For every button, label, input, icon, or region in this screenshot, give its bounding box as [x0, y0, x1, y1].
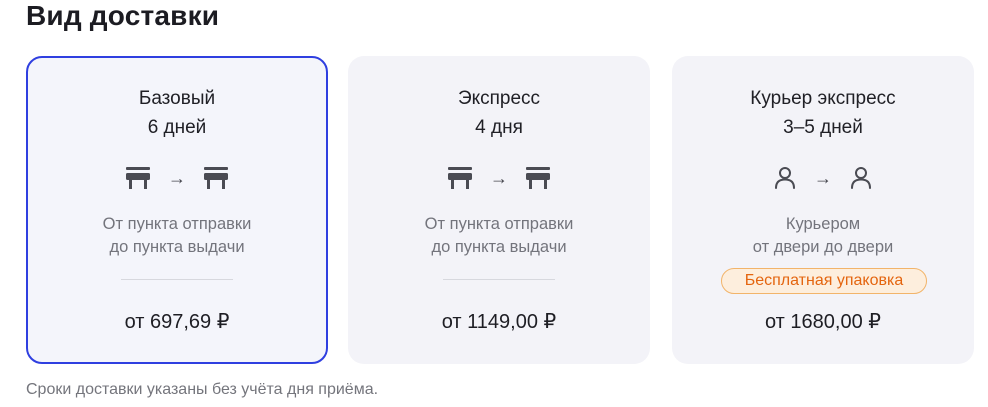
route-icons: → [26, 164, 328, 192]
free-packaging-badge: Бесплатная упаковка [721, 268, 927, 294]
section-title: Вид доставки [26, 0, 220, 31]
person-icon [772, 165, 798, 191]
option-duration: 3–5 дней [783, 117, 863, 138]
option-description: От пункта отправки до пункта выдачи [102, 215, 252, 256]
option-description: От пункта отправки до пункта выдачи [424, 215, 574, 256]
delivery-footnote: Сроки доставки указаны без учёта дня при… [26, 381, 379, 398]
option-price: от 1680,00 ₽ [765, 311, 881, 333]
pickup-point-icon [446, 165, 474, 191]
pickup-point-icon [202, 165, 230, 191]
option-name: Экспресс [457, 88, 541, 109]
delivery-option-express[interactable]: Экспресс 4 дня → От пункта отправки до п… [348, 56, 650, 364]
arrow-right-icon: → [814, 168, 832, 188]
route-icons: → [348, 164, 650, 192]
option-price: от 1149,00 ₽ [441, 311, 557, 333]
person-icon [848, 165, 874, 191]
divider [121, 279, 233, 280]
option-name: Базовый [138, 88, 216, 109]
route-icons: → [672, 164, 974, 192]
option-duration: 4 дня [475, 117, 523, 138]
option-duration: 6 дней [147, 117, 207, 138]
delivery-option-basic[interactable]: Базовый 6 дней → От пункта отправки до п… [26, 56, 328, 364]
option-description: Курьером от двери до двери [752, 215, 894, 256]
arrow-right-icon: → [168, 168, 186, 188]
delivery-options: Базовый 6 дней → От пункта отправки до п… [26, 56, 976, 364]
option-price: от 697,69 ₽ [124, 311, 230, 333]
delivery-option-courier-express[interactable]: Курьер экспресс 3–5 дней → Курьером от д… [672, 56, 974, 364]
divider [443, 279, 555, 280]
arrow-right-icon: → [490, 168, 508, 188]
pickup-point-icon [124, 165, 152, 191]
option-name: Курьер экспресс [750, 88, 896, 109]
pickup-point-icon [524, 165, 552, 191]
